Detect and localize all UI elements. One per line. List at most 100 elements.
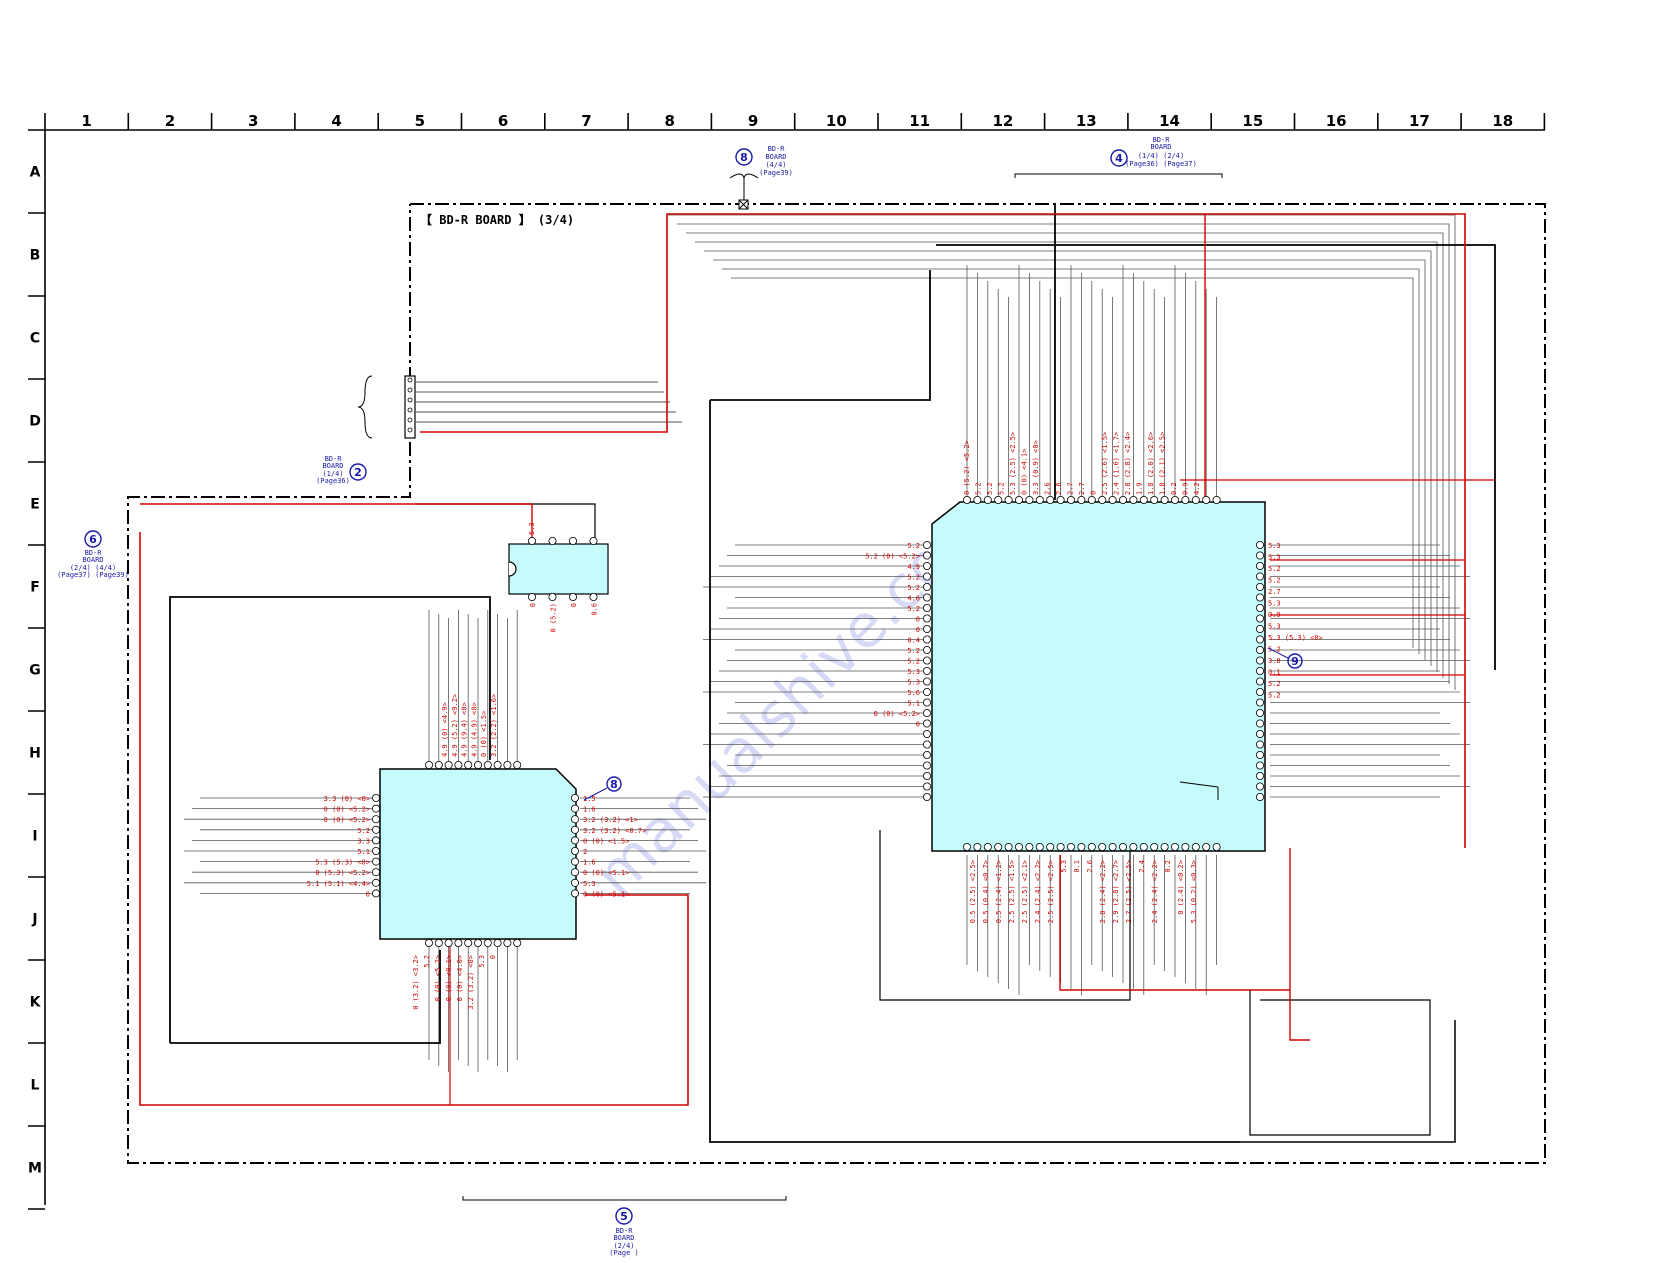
- ic-top-pin-label: 1.9: [1136, 482, 1144, 495]
- pin: [983, 495, 992, 504]
- pin: [1129, 843, 1138, 852]
- ic-left-pin-label: 5.2: [907, 542, 920, 550]
- pin: [923, 677, 932, 686]
- pin: [923, 635, 932, 644]
- row-label: H: [29, 746, 41, 762]
- pin: [923, 709, 932, 718]
- svg-text:BOARD: BOARD: [322, 462, 343, 470]
- row-label: E: [30, 497, 40, 513]
- ic2-right-pin-label: 1.6: [583, 859, 596, 867]
- ic2: [379, 768, 577, 940]
- pin: [1160, 495, 1169, 504]
- pin: [434, 761, 443, 770]
- pin: [1150, 843, 1159, 852]
- ic-bottom-pin-label: 2.8 (2.4) <2.2>: [1099, 860, 1107, 923]
- ic2-right-pin-label: 0 (0) <5.1>: [583, 890, 629, 898]
- pin: [1129, 495, 1138, 504]
- net-ic3-top: [415, 503, 596, 544]
- svg-text:8: 8: [610, 778, 618, 791]
- ic2-bottom-pin-label: 0 (0) <5.2>: [434, 955, 442, 1001]
- ic-left-pin-label: 5.3: [907, 679, 920, 687]
- pin: [589, 593, 598, 602]
- ic-left-pin-label: 0 (0) <5.2>: [874, 710, 920, 718]
- pin: [1035, 843, 1044, 852]
- ic-left-pin-label: 5.3: [907, 668, 920, 676]
- svg-text:6: 6: [89, 533, 97, 546]
- ic2-bottom-pin-label: 0 (3.2) <3.2>: [412, 955, 420, 1010]
- ic3: [508, 543, 609, 595]
- pin: [1087, 843, 1096, 852]
- svg-text:BOARD: BOARD: [82, 556, 103, 564]
- ic-left-pin-label: 5.2: [907, 584, 920, 592]
- pin: [923, 688, 932, 697]
- pin: [473, 761, 482, 770]
- ic2-right-pin-label: 0 (0) <5.1>: [583, 869, 629, 877]
- ic3-bottom-pin-label: 0: [570, 603, 578, 607]
- pin: [444, 761, 453, 770]
- net-bold-br: [1240, 1020, 1456, 1143]
- pin: [513, 939, 522, 948]
- svg-text:BOARD: BOARD: [613, 1234, 634, 1242]
- pin: [1067, 843, 1076, 852]
- ic-top-pin-label: 1.8 (2.0) <2.6>: [1147, 432, 1155, 495]
- column-label: 16: [1326, 112, 1347, 130]
- pin: [1256, 667, 1265, 676]
- svg-text:(1/4) (2/4): (1/4) (2/4): [1138, 152, 1184, 160]
- ic-right-pin-label: 3.8: [1268, 657, 1281, 665]
- pin: [571, 836, 580, 845]
- ic-left-pin-label: 4.9: [907, 563, 920, 571]
- pin: [444, 939, 453, 948]
- ic-right-pin-label: 5.2: [1268, 565, 1281, 573]
- ic-top-pin-label: 0.2: [1170, 482, 1178, 495]
- ic2-left-pin-label: 0: [366, 890, 370, 898]
- column-label: 2: [165, 112, 175, 130]
- ic-bottom-pin-label: 2.7 (2.5) <2.5>: [1125, 860, 1133, 923]
- column-label: 7: [581, 112, 591, 130]
- ic-top-pin-label: 2.7: [1078, 482, 1086, 495]
- ic3-top-pin-label: 5.3: [528, 522, 536, 535]
- pin: [1160, 843, 1169, 852]
- pin: [1202, 495, 1211, 504]
- pin: [571, 878, 580, 887]
- pin: [1098, 495, 1107, 504]
- pin: [1256, 614, 1265, 623]
- ic-top-pin-label: 2.8 (2.8) <2.4>: [1124, 432, 1132, 495]
- pin: [483, 761, 492, 770]
- pin: [923, 572, 932, 581]
- ic2-left-pin-label: 0 (0) <5.2>: [324, 816, 370, 824]
- pin: [923, 740, 932, 749]
- column-label: 5: [415, 112, 425, 130]
- ic-right-pin-label: 5.2: [1268, 680, 1281, 688]
- pin: [371, 847, 380, 856]
- column-label: 15: [1242, 112, 1263, 130]
- pin: [1015, 843, 1024, 852]
- connector-pin: [407, 407, 413, 413]
- pin: [473, 939, 482, 948]
- pin: [994, 843, 1003, 852]
- pin: [1067, 495, 1076, 504]
- ic-left-pin-label: 4.6: [907, 595, 920, 603]
- svg-text:(Page36): (Page36): [316, 477, 350, 485]
- pin: [923, 583, 932, 592]
- ic2-top-pin-label: 4.9 (9.4) <0>: [461, 702, 469, 757]
- ic-left-pin-label: 5.2: [907, 605, 920, 613]
- ic-left-pin-label: 0.4: [907, 637, 920, 645]
- row-label: L: [31, 1078, 40, 1094]
- pin: [994, 495, 1003, 504]
- svg-text:(4/4): (4/4): [765, 161, 786, 169]
- pin: [1056, 495, 1065, 504]
- pin: [1256, 625, 1265, 634]
- pin: [454, 939, 463, 948]
- pin: [503, 939, 512, 948]
- ic-right-pin-label: 5.2: [1268, 577, 1281, 585]
- pin: [963, 843, 972, 852]
- pin: [548, 593, 557, 602]
- pin: [1087, 495, 1096, 504]
- connector-pin: [407, 427, 413, 433]
- row-label: M: [28, 1161, 42, 1177]
- pin: [923, 667, 932, 676]
- pin: [1256, 541, 1265, 550]
- row-label: G: [29, 663, 41, 679]
- svg-text:(Page37) (Page39): (Page37) (Page39): [57, 571, 129, 579]
- net-bold-b2: [879, 830, 1131, 1001]
